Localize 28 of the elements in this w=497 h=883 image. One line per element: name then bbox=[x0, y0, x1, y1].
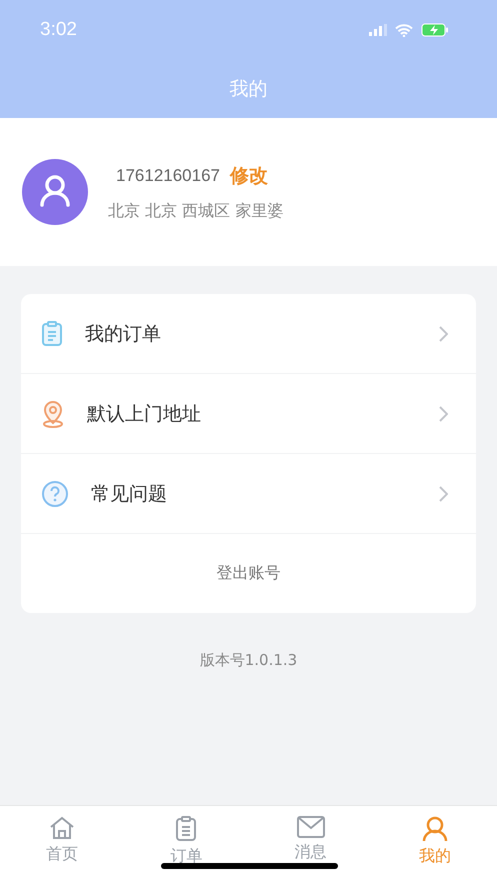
chevron-right-icon bbox=[439, 406, 448, 422]
avatar-icon bbox=[22, 159, 88, 225]
logout-button[interactable]: 登出账号 bbox=[21, 534, 476, 613]
tab-item[interactable]: 消息 bbox=[248, 806, 373, 883]
person-icon bbox=[422, 816, 448, 842]
menu-item[interactable]: 默认上门地址 bbox=[21, 374, 476, 454]
menu-item[interactable]: 常见问题 bbox=[21, 454, 476, 534]
wifi-icon bbox=[395, 24, 413, 36]
clipboard-icon bbox=[175, 816, 198, 842]
tab-item[interactable]: 首页 bbox=[0, 806, 124, 883]
version-text: 版本号1.0.1.3 bbox=[200, 651, 298, 669]
tab-item[interactable]: 我的 bbox=[372, 806, 497, 883]
battery-charging-icon bbox=[421, 23, 449, 37]
chevron-right-icon bbox=[439, 486, 448, 502]
location-pin-icon bbox=[41, 400, 65, 428]
tab-item[interactable]: 订单 bbox=[124, 806, 248, 883]
status-time: 3:02 bbox=[40, 19, 77, 41]
envelope-icon bbox=[296, 816, 325, 838]
signal-icon bbox=[369, 24, 387, 36]
page-title: 我的 bbox=[230, 77, 268, 102]
address-text: 北京 北京 西城区 家里婆 bbox=[108, 200, 284, 222]
phone-number: 17612160167 bbox=[116, 166, 220, 186]
question-icon bbox=[41, 480, 69, 508]
edit-link[interactable]: 修改 bbox=[230, 162, 268, 188]
home-icon bbox=[49, 816, 76, 840]
menu-item[interactable]: 我的订单 bbox=[21, 294, 476, 374]
clipboard-icon bbox=[41, 320, 63, 346]
chevron-right-icon bbox=[439, 326, 448, 342]
